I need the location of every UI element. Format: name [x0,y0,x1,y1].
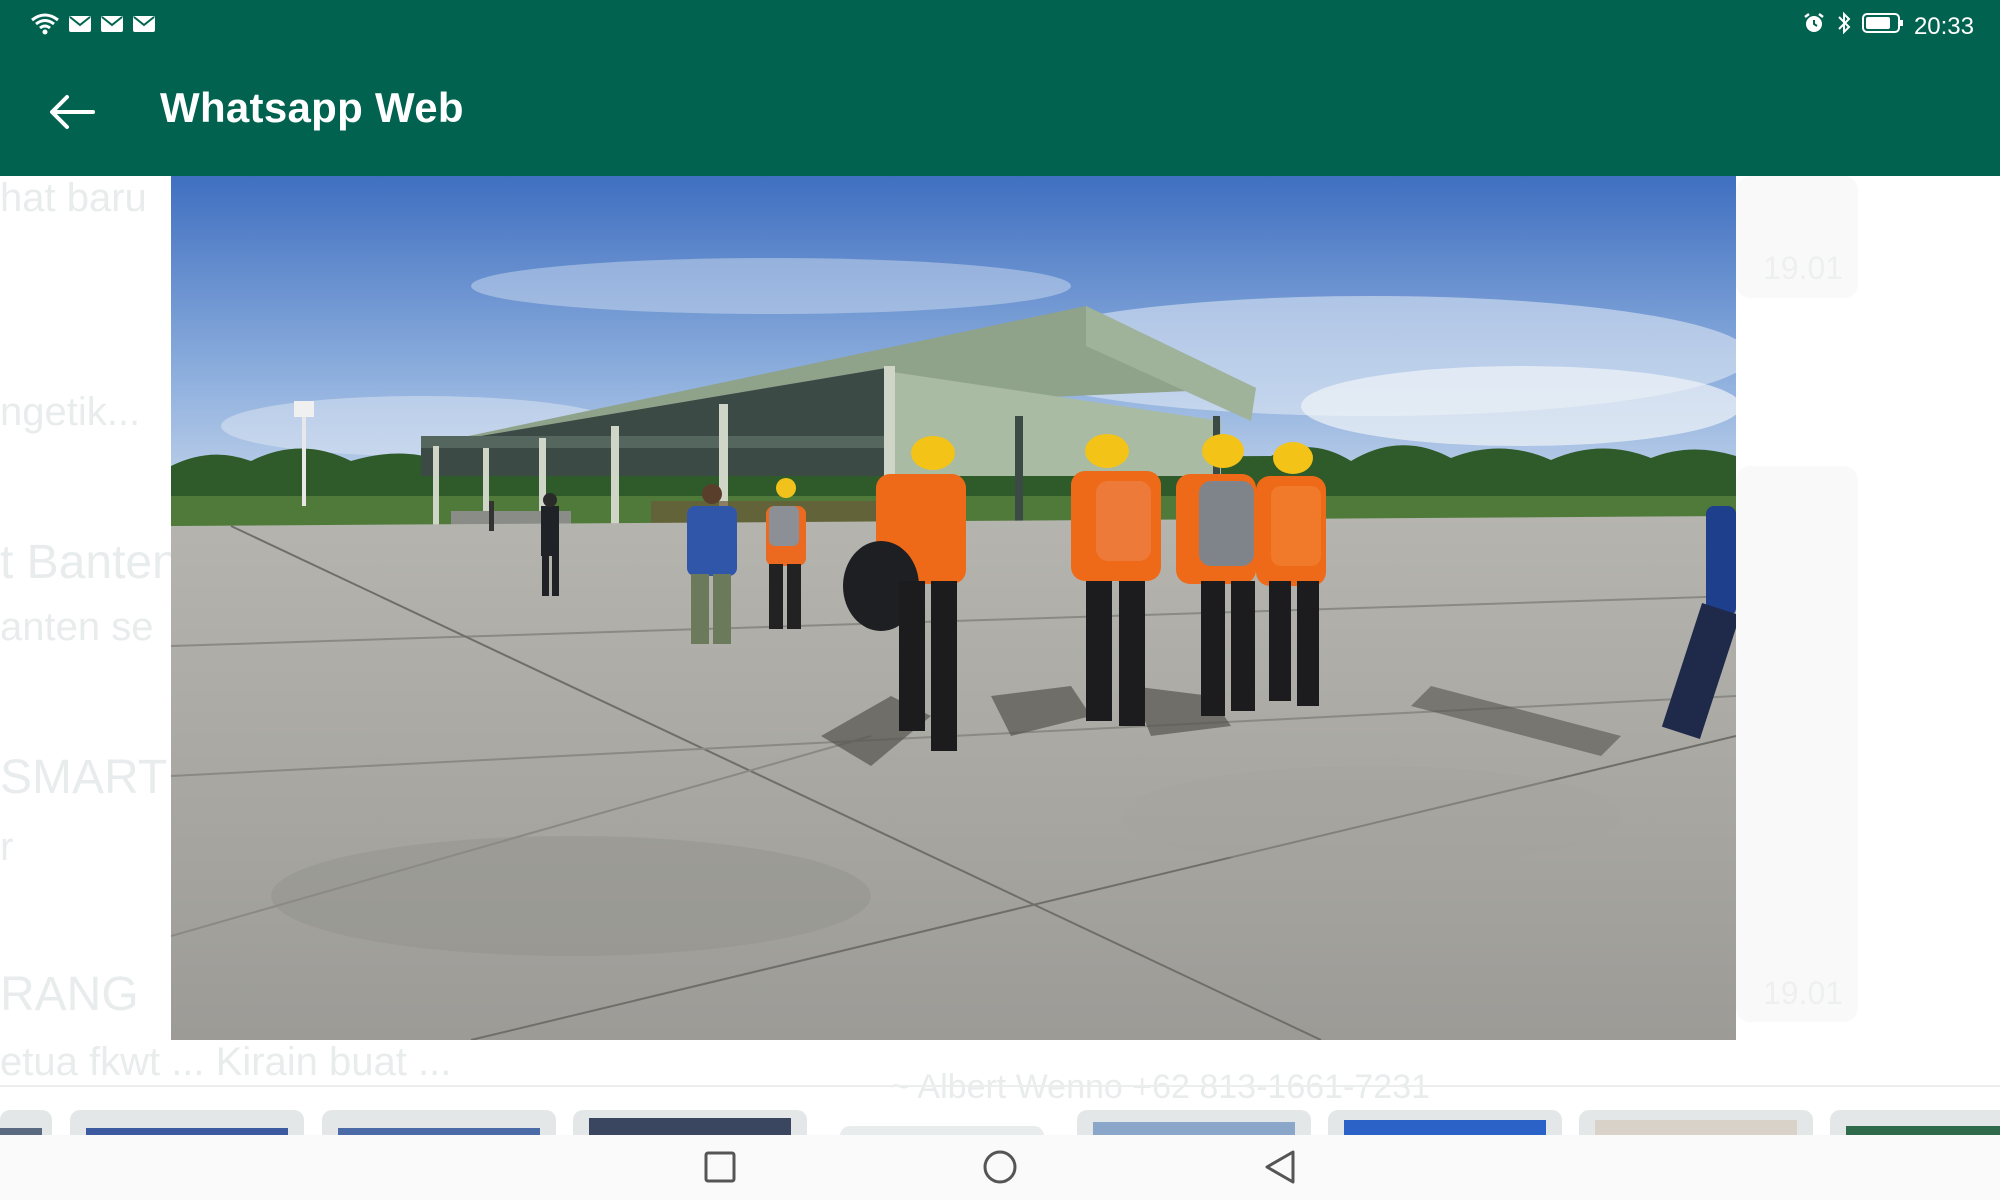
mail-icon [100,14,124,39]
home-icon [982,1149,1018,1190]
thumbnail[interactable] [1328,1110,1562,1136]
ghost-chat-text: r [0,825,14,869]
ghost-chat-text: hat baru [0,176,147,220]
ghost-time: 19.01 [1763,975,1844,1011]
thumbnail[interactable] [1579,1110,1813,1136]
ghost-chat-text: ngetik... [0,390,141,434]
thumbnail-strip[interactable] [0,1110,2000,1136]
battery-icon [1861,11,1904,42]
ghost-chat-text: anten se [0,605,154,649]
alarm-icon [1802,11,1826,42]
status-left-icons [30,12,156,41]
nav-back-button[interactable] [1258,1147,1302,1191]
airfield-photo [171,176,1736,1040]
page-title: Whatsapp Web [160,84,464,131]
ghost-chat-text: t Banten [0,536,179,589]
recent-apps-button[interactable] [698,1147,742,1191]
back-triangle-icon [1263,1149,1297,1190]
thumbnail[interactable] [70,1110,304,1136]
status-bar: 20:33 [0,0,2000,50]
app-bar: Whatsapp Web [0,50,2000,176]
thumbnail[interactable] [1830,1110,2000,1136]
back-button[interactable] [40,86,104,142]
recent-apps-icon [703,1150,737,1189]
navigation-bar [0,1135,2000,1200]
mail-icon [132,14,156,39]
home-button[interactable] [978,1147,1022,1191]
status-time: 20:33 [1913,12,1974,40]
status-right-icons: 20:33 [1802,10,1974,43]
arrow-left-icon [49,94,95,135]
thumbnail[interactable] [573,1110,807,1136]
wifi-icon [30,12,60,41]
media-image[interactable] [171,176,1736,1040]
thumbnail[interactable] [0,1110,52,1136]
ghost-chat-text: etua fkwt ... Kirain buat ... [0,1040,452,1084]
thumbnail[interactable] [322,1110,556,1136]
mail-icon [68,14,92,39]
thumbnail[interactable] [1077,1110,1311,1136]
bluetooth-icon [1836,10,1852,43]
thumbnail-divider [0,1085,2000,1087]
ghost-chat-text: RANG [0,968,139,1021]
ghost-bubble [1736,466,1858,1022]
ghost-chat-text: SMART [0,751,168,804]
ghost-sender: ~ Albert Wenno +62 813-1661-7231 [890,1068,1431,1106]
ghost-time: 19.01 [1763,250,1844,286]
